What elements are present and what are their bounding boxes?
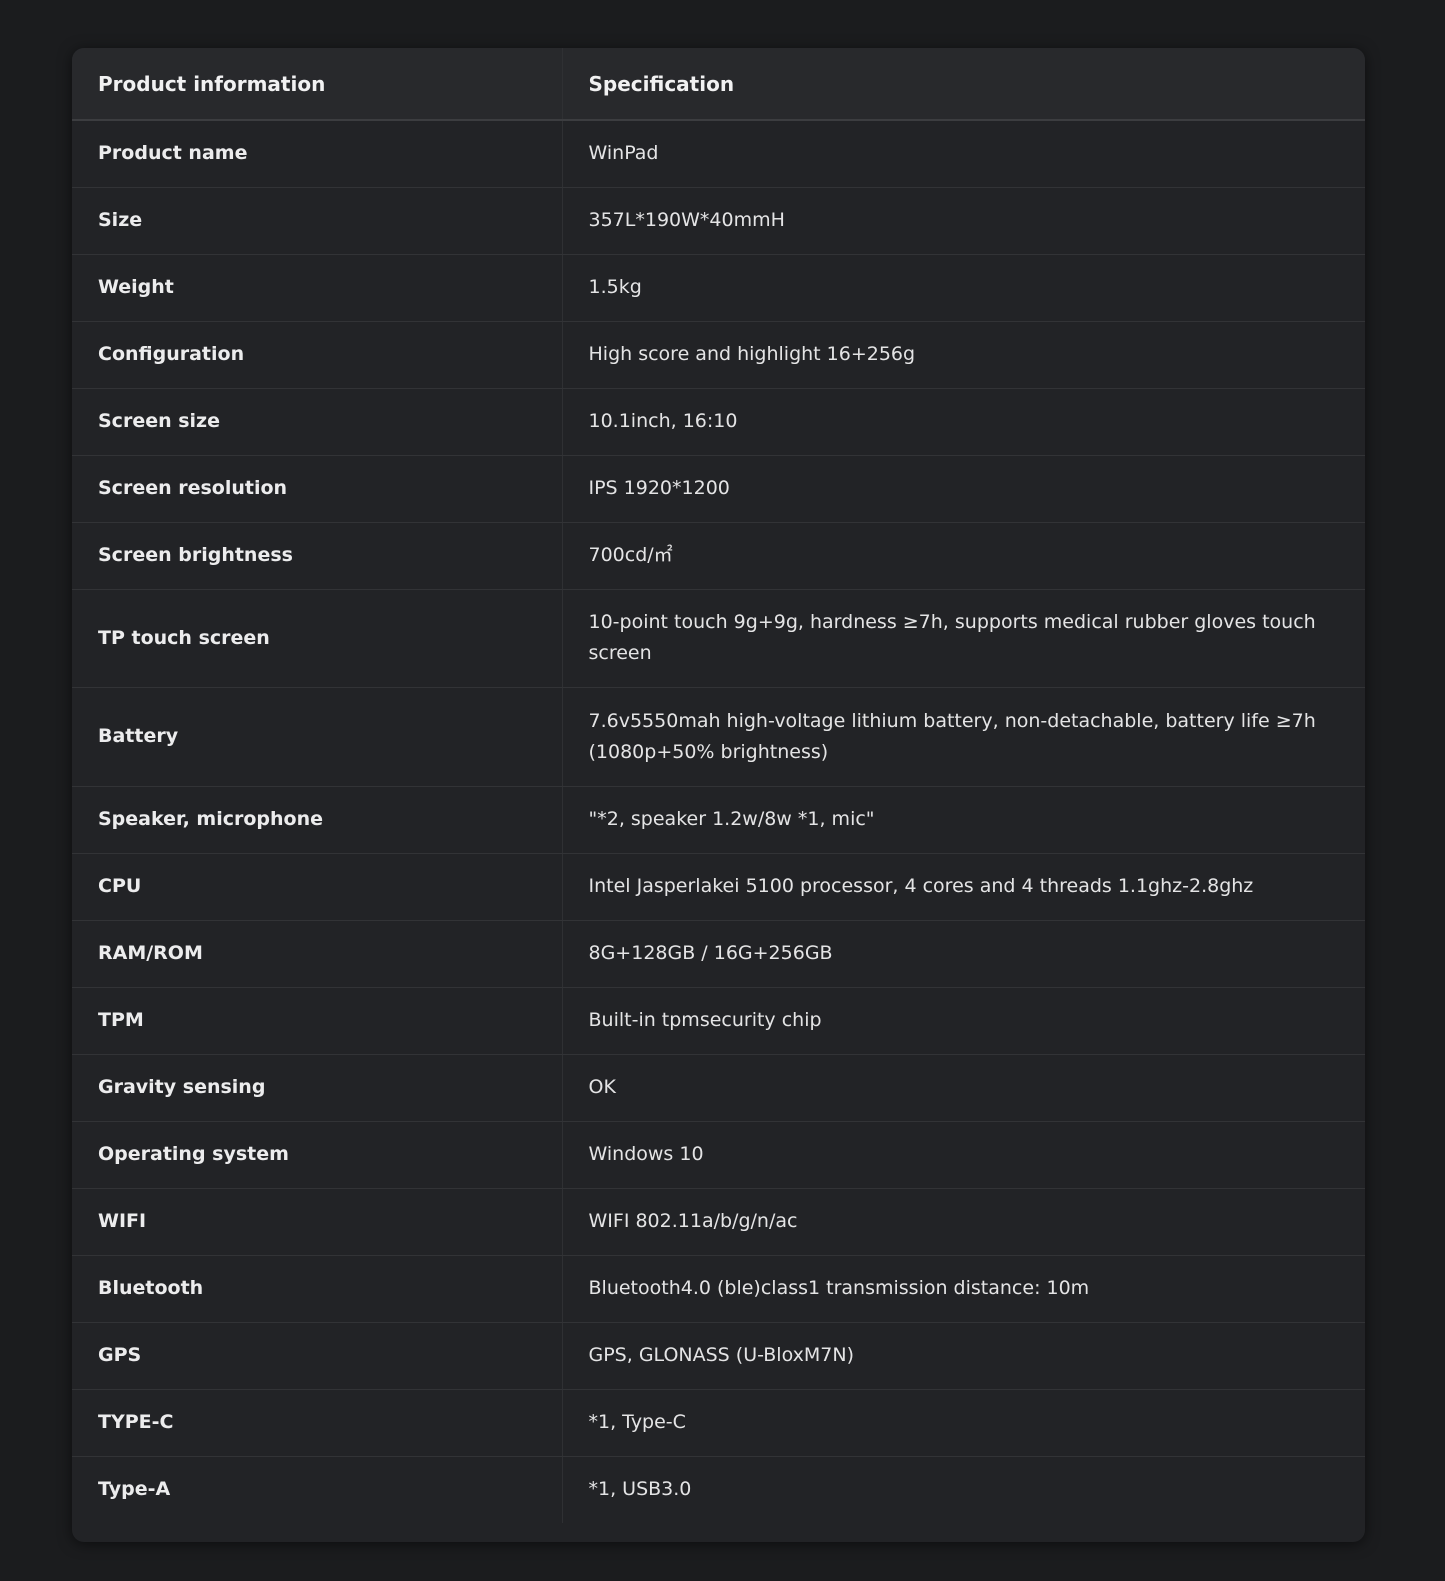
table-row: Battery 7.6v5550mah high-voltage lithium… bbox=[72, 687, 1365, 787]
row-value: "*2, speaker 1.2w/8w *1, mic" bbox=[562, 786, 1365, 854]
row-label: WIFI bbox=[72, 1188, 563, 1256]
table-row: Configuration High score and highlight 1… bbox=[72, 321, 1365, 389]
table-row: Screen resolution IPS 1920*1200 bbox=[72, 455, 1365, 523]
row-label: Gravity sensing bbox=[72, 1054, 563, 1122]
table-row: Weight 1.5kg bbox=[72, 254, 1365, 322]
table-row: GPS GPS, GLONASS (U-BloxM7N) bbox=[72, 1322, 1365, 1390]
table-row: Type-A *1, USB3.0 bbox=[72, 1456, 1365, 1523]
row-value: OK bbox=[562, 1054, 1365, 1122]
row-value: High score and highlight 16+256g bbox=[562, 321, 1365, 389]
row-label: CPU bbox=[72, 853, 563, 921]
spec-table: Product information Specification Produc… bbox=[72, 48, 1365, 1523]
row-label: Product name bbox=[72, 120, 563, 188]
row-label: Speaker, microphone bbox=[72, 786, 563, 854]
table-row: RAM/ROM 8G+128GB / 16G+256GB bbox=[72, 920, 1365, 988]
table-row: Speaker, microphone "*2, speaker 1.2w/8w… bbox=[72, 786, 1365, 854]
row-value: Bluetooth4.0 (ble)class1 transmission di… bbox=[562, 1255, 1365, 1323]
row-value: 1.5kg bbox=[562, 254, 1365, 322]
table-row: CPU Intel Jasperlakei 5100 processor, 4 … bbox=[72, 853, 1365, 921]
row-label: Battery bbox=[72, 687, 563, 787]
row-label: Weight bbox=[72, 254, 563, 322]
row-label: TPM bbox=[72, 987, 563, 1055]
row-value: 357L*190W*40mmH bbox=[562, 187, 1365, 255]
row-value: 10-point touch 9g+9g, hardness ≥7h, supp… bbox=[562, 589, 1365, 688]
table-row: Product name WinPad bbox=[72, 120, 1365, 188]
row-label: TYPE-C bbox=[72, 1389, 563, 1457]
row-value: *1, Type-C bbox=[562, 1389, 1365, 1457]
row-label: Operating system bbox=[72, 1121, 563, 1189]
table-row: Gravity sensing OK bbox=[72, 1054, 1365, 1122]
row-value: WinPad bbox=[562, 120, 1365, 188]
row-value: Built-in tpmsecurity chip bbox=[562, 987, 1365, 1055]
row-value: 7.6v5550mah high-voltage lithium battery… bbox=[562, 687, 1365, 787]
spec-table-card: Product information Specification Produc… bbox=[72, 48, 1365, 1542]
row-label: Bluetooth bbox=[72, 1255, 563, 1323]
row-label: Screen size bbox=[72, 388, 563, 456]
column-header-specification: Specification bbox=[562, 48, 1365, 121]
table-header-row: Product information Specification bbox=[72, 48, 1365, 121]
row-value: *1, USB3.0 bbox=[588, 1478, 692, 1501]
row-label: Size bbox=[72, 187, 563, 255]
row-value: Windows 10 bbox=[562, 1121, 1365, 1189]
table-row: TYPE-C *1, Type-C bbox=[72, 1389, 1365, 1457]
table-row: WIFI WIFI 802.11a/b/g/n/ac bbox=[72, 1188, 1365, 1256]
column-header-product-information: Product information bbox=[72, 48, 563, 121]
row-value: 10.1inch, 16:10 bbox=[562, 388, 1365, 456]
row-label: Screen brightness bbox=[72, 522, 563, 590]
row-value: 8G+128GB / 16G+256GB bbox=[562, 920, 1365, 988]
table-row: Screen brightness 700cd/㎡ bbox=[72, 522, 1365, 590]
row-value: GPS, GLONASS (U-BloxM7N) bbox=[562, 1322, 1365, 1390]
row-value: 700cd/㎡ bbox=[562, 522, 1365, 590]
row-label: Configuration bbox=[72, 321, 563, 389]
row-value: WIFI 802.11a/b/g/n/ac bbox=[562, 1188, 1365, 1256]
table-row: TPM Built-in tpmsecurity chip bbox=[72, 987, 1365, 1055]
table-row: Bluetooth Bluetooth4.0 (ble)class1 trans… bbox=[72, 1255, 1365, 1323]
table-row: TP touch screen 10-point touch 9g+9g, ha… bbox=[72, 589, 1365, 688]
table-row: Size 357L*190W*40mmH bbox=[72, 187, 1365, 255]
table-row: Screen size 10.1inch, 16:10 bbox=[72, 388, 1365, 456]
row-label: Type-A bbox=[72, 1456, 563, 1523]
row-label: GPS bbox=[72, 1322, 563, 1390]
row-value: IPS 1920*1200 bbox=[562, 455, 1365, 523]
row-value: Intel Jasperlakei 5100 processor, 4 core… bbox=[562, 853, 1365, 921]
table-row: Operating system Windows 10 bbox=[72, 1121, 1365, 1189]
row-label: Screen resolution bbox=[72, 455, 563, 523]
row-label: RAM/ROM bbox=[72, 920, 563, 988]
row-label: TP touch screen bbox=[72, 589, 563, 688]
